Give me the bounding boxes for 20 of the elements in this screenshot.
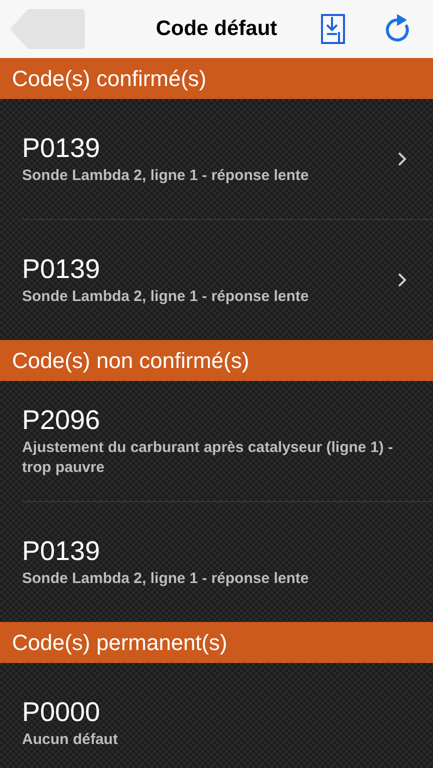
chevron-icon[interactable]: [397, 272, 407, 288]
fault-code: P2096: [22, 404, 102, 436]
fault-row[interactable]: P0000 Aucun défaut: [22, 663, 433, 768]
fault-code: P0139: [22, 536, 102, 566]
fault-description: Aucun défaut: [22, 730, 119, 750]
download-icon[interactable]: [321, 14, 345, 44]
fault-description: Ajustement du carburant après catalyseur (ligne 1) - trop pauvre: [22, 438, 394, 478]
window-title: Code défaut: [156, 17, 278, 41]
fault-description: Sonde Lambda 2, ligne 1 - réponse lente: [22, 166, 310, 186]
fault-code: P0139: [22, 132, 102, 164]
chevron-icon[interactable]: [397, 151, 407, 167]
fault-code: P0139: [22, 254, 102, 284]
fault-code: P0000: [22, 696, 102, 728]
fault-description: Sonde Lambda 2, ligne 1 - réponse lente: [22, 568, 310, 588]
section-header: Code(s) confirmé(s): [0, 58, 433, 99]
fault-row[interactable]: P2096 Ajustement du carburant après catalyseur (ligne 1) - trop pauvre: [22, 381, 433, 501]
fault-description: Sonde Lambda 2, ligne 1 - réponse lente: [22, 286, 310, 306]
section-header: Code(s) permanent(s): [0, 622, 433, 663]
section-header: Code(s) non confirmé(s): [0, 340, 433, 381]
fault-row[interactable]: P0139 Sonde Lambda 2, ligne 1 - réponse lente: [22, 99, 433, 219]
